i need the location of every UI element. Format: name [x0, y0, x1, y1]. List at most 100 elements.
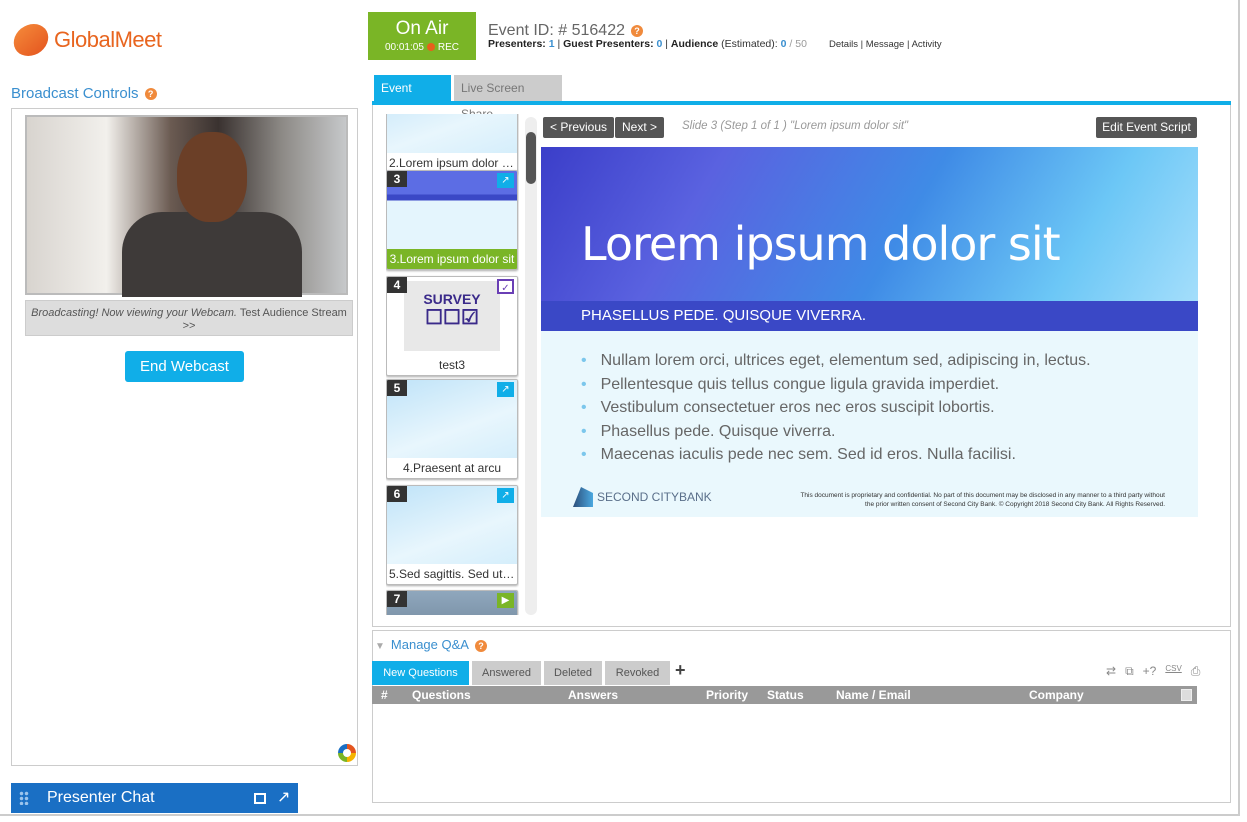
presenters-count: 1 — [548, 38, 555, 50]
broadcast-status-text: Broadcasting! Now viewing your Webcam. — [31, 307, 237, 319]
help-icon[interactable]: ? — [474, 639, 487, 652]
edit-event-script-button[interactable]: Edit Event Script — [1096, 117, 1197, 138]
thumbnail-image — [387, 114, 517, 153]
thumbnail-label: 5.Sed sagittis. Sed ut n... — [389, 567, 517, 581]
scrollbar-thumb[interactable] — [526, 132, 536, 184]
slide-bullet: Maecenas iaculis pede nec sem. Sed id er… — [581, 443, 1198, 467]
slide-bullet: Vestibulum consectetuer eros nec eros su… — [581, 396, 1198, 420]
popout-icon[interactable]: ⧉ — [1125, 664, 1134, 679]
survey-image: SURVEY ☐☐☑ — [404, 281, 500, 351]
audience-label: Audience — [670, 38, 719, 50]
slide-number: 6 — [387, 486, 407, 502]
globalmeet-logo: GlobalMeet — [11, 24, 162, 56]
audience-count: 0 — [780, 38, 787, 50]
thumbnail-6[interactable]: 6 ↗ 5.Sed sagittis. Sed ut n... — [386, 485, 518, 585]
guest-count: 0 — [656, 38, 663, 50]
qa-panel — [372, 630, 1231, 803]
column-number[interactable]: # — [381, 688, 388, 702]
slide-title: Lorem ipsum dolor sit — [581, 217, 1061, 271]
thumbnail-label: test3 — [438, 358, 465, 372]
thumbnail-3[interactable]: 3 ↗ 3.Lorem ipsum dolor sit — [386, 170, 518, 270]
slide-number: 4 — [387, 277, 407, 293]
refresh-icon[interactable]: ⇄ — [1106, 664, 1116, 679]
rec-label: REC — [437, 42, 460, 53]
maximize-icon[interactable] — [254, 793, 266, 804]
select-all-checkbox[interactable] — [1181, 689, 1192, 701]
slide-number: 7 — [387, 591, 407, 607]
manage-qa-header[interactable]: ▼ Manage Q&A? — [375, 637, 487, 652]
broadcast-controls-title: Broadcast Controls? — [11, 85, 157, 102]
on-air-indicator: On Air 00:01:05 REC — [368, 12, 476, 60]
presenter-chat-title: Presenter Chat — [47, 789, 155, 806]
thumbnail-scrollbar[interactable] — [525, 117, 537, 615]
on-air-label: On Air — [395, 18, 449, 39]
slide-bullet: Nullam lorem orci, ultrices eget, elemen… — [581, 349, 1198, 373]
event-stats: Presenters: 1 | Guest Presenters: 0 | Au… — [488, 38, 807, 50]
slide-subtitle: PHASELLUS PEDE. QUISQUE VIVERRA. — [541, 301, 1198, 331]
legal-line: the prior written consent of Second City… — [865, 501, 1165, 508]
details-link[interactable]: Details — [829, 39, 858, 50]
estimated-label: (Estimated): — [721, 38, 778, 50]
bank-logo-text: SECOND CITYBANK — [597, 490, 712, 504]
slide-info: Slide 3 (Step 1 of 1 ) "Lorem ipsum dolo… — [682, 120, 909, 132]
tab-revoked[interactable]: Revoked — [605, 661, 670, 685]
thumbnail-5[interactable]: 5 ↗ 4.Praesent at arcu — [386, 379, 518, 479]
event-id-label: Event ID: # 516422 — [488, 22, 625, 39]
csv-icon[interactable]: CSV — [1165, 664, 1181, 679]
event-links: Details | Message | Activity — [829, 39, 942, 50]
manage-qa-title: Manage Q&A — [390, 637, 469, 652]
thumbnail-2[interactable]: 2.Lorem ipsum dolor s... — [386, 114, 518, 174]
tab-deleted[interactable]: Deleted — [544, 661, 602, 685]
column-status[interactable]: Status — [767, 688, 804, 702]
tab-live-screen-share[interactable]: Live Screen Share — [454, 75, 562, 121]
previous-button[interactable]: < Previous — [543, 117, 615, 138]
broadcast-timer: 00:01:05 — [384, 42, 424, 53]
column-answers[interactable]: Answers — [568, 688, 618, 702]
add-tab-icon[interactable]: + — [675, 660, 686, 681]
message-link[interactable]: Message — [866, 39, 905, 50]
next-button[interactable]: Next > — [615, 117, 665, 138]
column-questions[interactable]: Questions — [412, 688, 471, 702]
qa-table-header: # Questions Answers Priority Status Name… — [372, 686, 1197, 704]
slide-thumbnails: 2.Lorem ipsum dolor s... 3 ↗ 3.Lorem ipsum… — [386, 114, 519, 615]
tab-new-questions[interactable]: New Questions — [372, 661, 469, 685]
column-name-email[interactable]: Name / Email — [836, 688, 911, 702]
add-question-icon[interactable]: +? — [1143, 664, 1157, 679]
column-company[interactable]: Company — [1029, 688, 1084, 702]
logo-text: GlobalMeet — [54, 27, 162, 52]
presenter-chat-bar[interactable]: Presenter Chat ↗ — [11, 783, 298, 813]
popout-arrow-icon[interactable]: ↗ — [277, 783, 290, 813]
chart-icon: ↗ — [497, 488, 514, 503]
survey-check-icon: ✓ — [497, 279, 514, 294]
slide-preview: Lorem ipsum dolor sit PHASELLUS PEDE. QU… — [541, 147, 1198, 517]
tab-answered[interactable]: Answered — [472, 661, 541, 685]
print-icon[interactable]: ⎙ — [1191, 664, 1201, 679]
slide-bullet: Pellentesque quis tellus congue ligula g… — [581, 373, 1198, 397]
chart-icon: ↗ — [497, 382, 514, 397]
collapse-triangle-icon[interactable]: ▼ — [375, 641, 385, 652]
thumbnail-4[interactable]: SURVEY ☐☐☑ 4 ✓ test3 — [386, 276, 518, 376]
play-icon: ▶ — [497, 593, 514, 608]
webcam-status: Broadcasting! Now viewing your Webcam. T… — [25, 300, 353, 336]
guest-label: Guest Presenters: — [563, 38, 654, 50]
thumbnail-7[interactable]: 7 ▶ — [386, 590, 518, 615]
survey-text: SURVEY — [423, 291, 481, 307]
column-priority[interactable]: Priority — [706, 688, 748, 702]
activity-link[interactable]: Activity — [912, 39, 942, 50]
broadcast-controls-label: Broadcast Controls — [11, 85, 139, 102]
slide-bullet: Phasellus pede. Quisque viverra. — [581, 420, 1198, 444]
end-webcast-button[interactable]: End Webcast — [125, 351, 244, 382]
help-icon[interactable]: ? — [630, 24, 643, 37]
presenters-label: Presenters: — [488, 38, 546, 50]
slide-number: 3 — [387, 171, 407, 187]
drag-handle-icon[interactable] — [19, 791, 29, 805]
legal-line: This document is proprietary and confide… — [800, 492, 1165, 499]
second-city-bank-logo: SECOND CITYBANK — [573, 487, 712, 507]
help-icon[interactable]: ? — [144, 88, 157, 101]
thumbnail-label: 3.Lorem ipsum dolor sit — [387, 249, 517, 269]
globalmeet-badge-icon — [338, 744, 356, 762]
bank-building-icon — [573, 487, 593, 507]
thumbnail-label: 4.Praesent at arcu — [402, 461, 502, 475]
tab-event-script[interactable]: Event Script — [374, 75, 451, 121]
rec-dot-icon — [426, 43, 435, 52]
